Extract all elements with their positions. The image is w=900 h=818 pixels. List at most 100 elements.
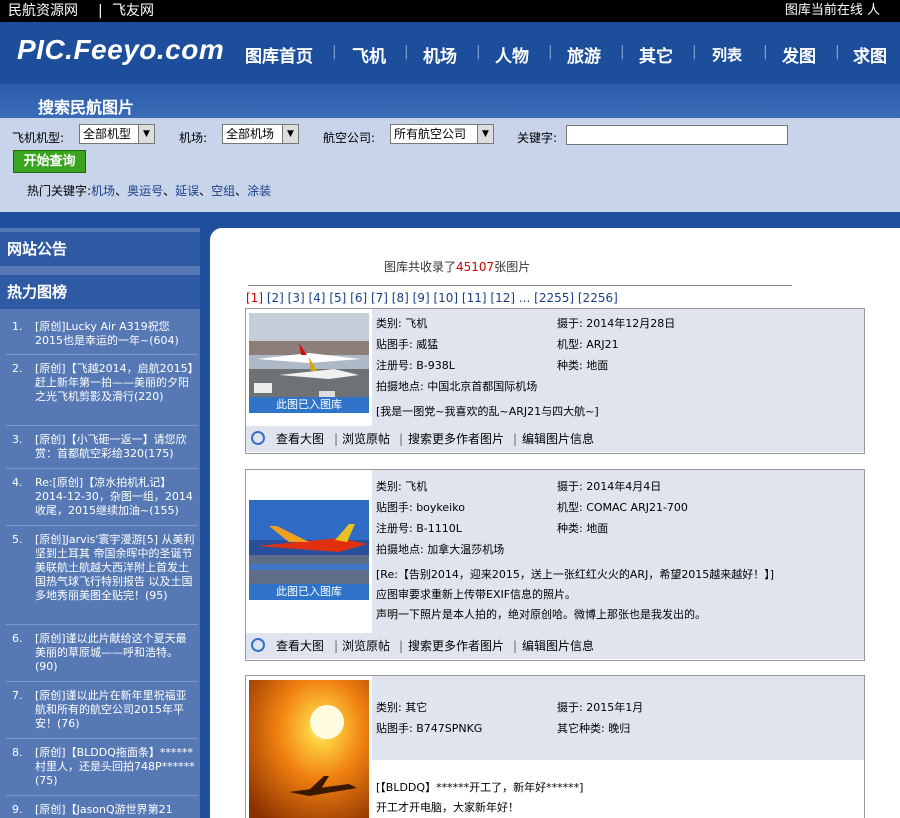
photo-description: [Re:【告别2014，迎来2015，送上一张红红火火的ARJ，希望2015越来… xyxy=(376,565,862,625)
hot-keyword-link[interactable]: 涂装 xyxy=(247,184,271,198)
list-item-link[interactable]: [原创]Lucky Air A319祝您2015也是幸运的一年~(604) xyxy=(35,320,197,348)
list-item-link[interactable]: [原创]【BLDDQ拖面条】******村里人，还是头回拍748P******(… xyxy=(35,746,197,788)
main-content: 图库共收录了45107张图片 [1] [2] [3] [4] [5] [6] [… xyxy=(210,228,900,818)
hot-list-heading[interactable]: 热力图榜 xyxy=(0,275,200,309)
hot-keywords-label: 热门关键字: xyxy=(27,184,92,198)
in-gallery-stamp: 此图已入图库 xyxy=(249,584,369,600)
airport-select[interactable]: 全部机场 ▼ xyxy=(222,124,299,144)
nav-aircraft[interactable]: 飞机 xyxy=(352,42,386,67)
photo-description: [我是一图党~我喜欢的乱~ARJ21与四大航~] xyxy=(376,402,862,422)
divider xyxy=(6,468,198,469)
type-label: 飞机机型: xyxy=(12,131,65,145)
hot-keyword-link[interactable]: 机场 xyxy=(91,184,115,198)
list-item-link[interactable]: [原创]【飞越2014，启航2015】赶上新年第一拍——美丽的夕阳之光飞机剪影及… xyxy=(35,362,197,404)
description-line: 声明一下照片是本人拍的，绝对原创哈。微博上那张也是我发出的。 xyxy=(376,608,706,621)
view-large-link[interactable]: 查看大图 xyxy=(276,426,324,452)
search-title-bar: 搜索民航图片 xyxy=(0,84,900,118)
list-item-link[interactable]: [原创]【小飞砸一返一】请您欣赏：首都航空彩绘320(175) xyxy=(35,433,197,461)
feeyo-link[interactable]: 飞友网 xyxy=(112,0,154,22)
nav-upload[interactable]: 发图 xyxy=(782,42,816,67)
notice-heading[interactable]: 网站公告 xyxy=(0,232,200,266)
edit-info-link[interactable]: 编辑图片信息 xyxy=(522,633,594,659)
page-link[interactable]: [2] xyxy=(267,291,284,305)
photo-thumbnail[interactable] xyxy=(249,680,369,818)
top-separator: | xyxy=(98,3,103,19)
photo-registration: 注册号: B-938L xyxy=(376,359,455,372)
action-separator: | xyxy=(334,432,339,446)
nav-airport[interactable]: 机场 xyxy=(423,42,457,67)
page-link[interactable]: [7] xyxy=(371,291,388,305)
hot-keywords: 热门关键字:机场、奥运号、延误、空组、涂装 xyxy=(27,184,272,198)
nav-travel[interactable]: 旅游 xyxy=(567,42,601,67)
page-link[interactable]: [12] xyxy=(490,291,515,305)
carnoc-link[interactable]: 民航资源网 xyxy=(8,0,78,22)
view-large-link[interactable]: 查看大图 xyxy=(276,633,324,659)
page-link[interactable]: [6] xyxy=(350,291,367,305)
search-button[interactable]: 开始查询 xyxy=(13,150,86,173)
page-link[interactable]: [2256] xyxy=(578,291,618,305)
nav-separator: | xyxy=(763,44,768,60)
page-link[interactable]: [1] xyxy=(246,291,263,305)
view-thread-link[interactable]: 浏览原帖 xyxy=(342,633,390,659)
airline-select[interactable]: 所有航空公司 ▼ xyxy=(390,124,494,144)
photo-author[interactable]: 贴图手: 威猛 xyxy=(376,336,438,352)
chevron-down-icon: ▼ xyxy=(282,125,298,143)
page-link[interactable]: [3] xyxy=(288,291,305,305)
page-link[interactable]: [9] xyxy=(413,291,430,305)
magnifier-icon xyxy=(251,431,265,445)
list-item-link[interactable]: Re:[原创]【凉水拍机札记】2014-12-30，杂图一组，2014收尾，20… xyxy=(35,476,197,518)
page-link[interactable]: [10] xyxy=(433,291,458,305)
list-item[interactable]: 1. [原创]Lucky Air A319祝您2015也是幸运的一年~(604) xyxy=(0,320,200,348)
list-item-number: 7. xyxy=(12,689,23,702)
list-item-link[interactable]: [原创]Jarvis'寰宇漫游[5] 从美利坚到土耳其 帝国余晖中的圣诞节 美联… xyxy=(35,533,197,603)
list-item-link[interactable]: [原创]【JasonQ游世界第21 xyxy=(35,803,197,817)
photo-author[interactable]: 贴图手: boykeiko xyxy=(376,499,465,515)
search-author-link[interactable]: 搜索更多作者图片 xyxy=(408,633,504,659)
list-item-link[interactable]: [原创]谨以此片在新年里祝福亚航和所有的航空公司2015年平安！(76) xyxy=(35,689,197,731)
list-item-number: 4. xyxy=(12,476,23,489)
hot-keyword-link[interactable]: 延误 xyxy=(175,184,199,198)
photo-place: 拍摄地点: 加拿大温莎机场 xyxy=(376,543,505,556)
airline-value: 所有航空公司 xyxy=(394,127,467,141)
action-separator: | xyxy=(513,639,518,653)
page-link[interactable]: [11] xyxy=(462,291,487,305)
photo-registration: 注册号: B-1110L xyxy=(376,522,462,535)
chevron-down-icon: ▼ xyxy=(477,125,493,143)
edit-info-link[interactable]: 编辑图片信息 xyxy=(522,426,594,452)
nav-home[interactable]: 图库首页 xyxy=(245,42,313,67)
sidebar: 网站公告 热力图榜 1. [原创]Lucky Air A319祝您2015也是幸运… xyxy=(0,228,200,818)
view-thread-link[interactable]: 浏览原帖 xyxy=(342,426,390,452)
chevron-down-icon: ▼ xyxy=(138,125,154,143)
action-separator: | xyxy=(399,432,404,446)
nav-other[interactable]: 其它 xyxy=(639,42,673,67)
aircraft-type-select[interactable]: 全部机型 ▼ xyxy=(79,124,155,144)
magnifier-icon xyxy=(251,638,265,652)
page-link[interactable]: [2255] xyxy=(534,291,574,305)
page-link[interactable]: [4] xyxy=(308,291,325,305)
top-bar: 民航资源网 | 飞友网 图库当前在线 人 xyxy=(0,0,900,22)
divider xyxy=(6,354,198,355)
search-author-link[interactable]: 搜索更多作者图片 xyxy=(408,426,504,452)
list-item-link[interactable]: [原创]谨以此片献给这个夏天最美丽的草原城——呼和浩特。(90) xyxy=(35,632,197,674)
nav-request[interactable]: 求图 xyxy=(853,42,887,67)
photo-author[interactable]: 贴图手: B747SPNKG xyxy=(376,720,482,736)
nav-people[interactable]: 人物 xyxy=(495,42,529,67)
hot-keyword-link[interactable]: 空组 xyxy=(211,184,235,198)
hot-keyword-link[interactable]: 奥运号 xyxy=(127,184,163,198)
action-separator: | xyxy=(399,639,404,653)
site-logo[interactable]: PIC.Feeyo.com xyxy=(17,34,224,66)
keyword-input[interactable] xyxy=(566,125,788,145)
page-link[interactable]: [8] xyxy=(392,291,409,305)
divider xyxy=(6,681,198,682)
airline-label: 航空公司: xyxy=(323,131,376,145)
count-prefix: 图库共收录了 xyxy=(384,260,457,274)
list-item-number: 5. xyxy=(12,533,23,546)
page-link[interactable]: [5] xyxy=(329,291,346,305)
description-line: 开工才开电脑，大家新年好！ xyxy=(376,801,519,814)
nav-separator: | xyxy=(835,44,840,60)
divider xyxy=(0,212,900,228)
photo-actions: 查看大图 | 浏览原帖 | 搜索更多作者图片 | 编辑图片信息 xyxy=(246,426,864,452)
description-line: [我是一图党~我喜欢的乱~ARJ21与四大航~] xyxy=(376,405,599,418)
nav-separator: | xyxy=(332,44,337,60)
nav-list[interactable]: 列表 xyxy=(712,44,742,65)
